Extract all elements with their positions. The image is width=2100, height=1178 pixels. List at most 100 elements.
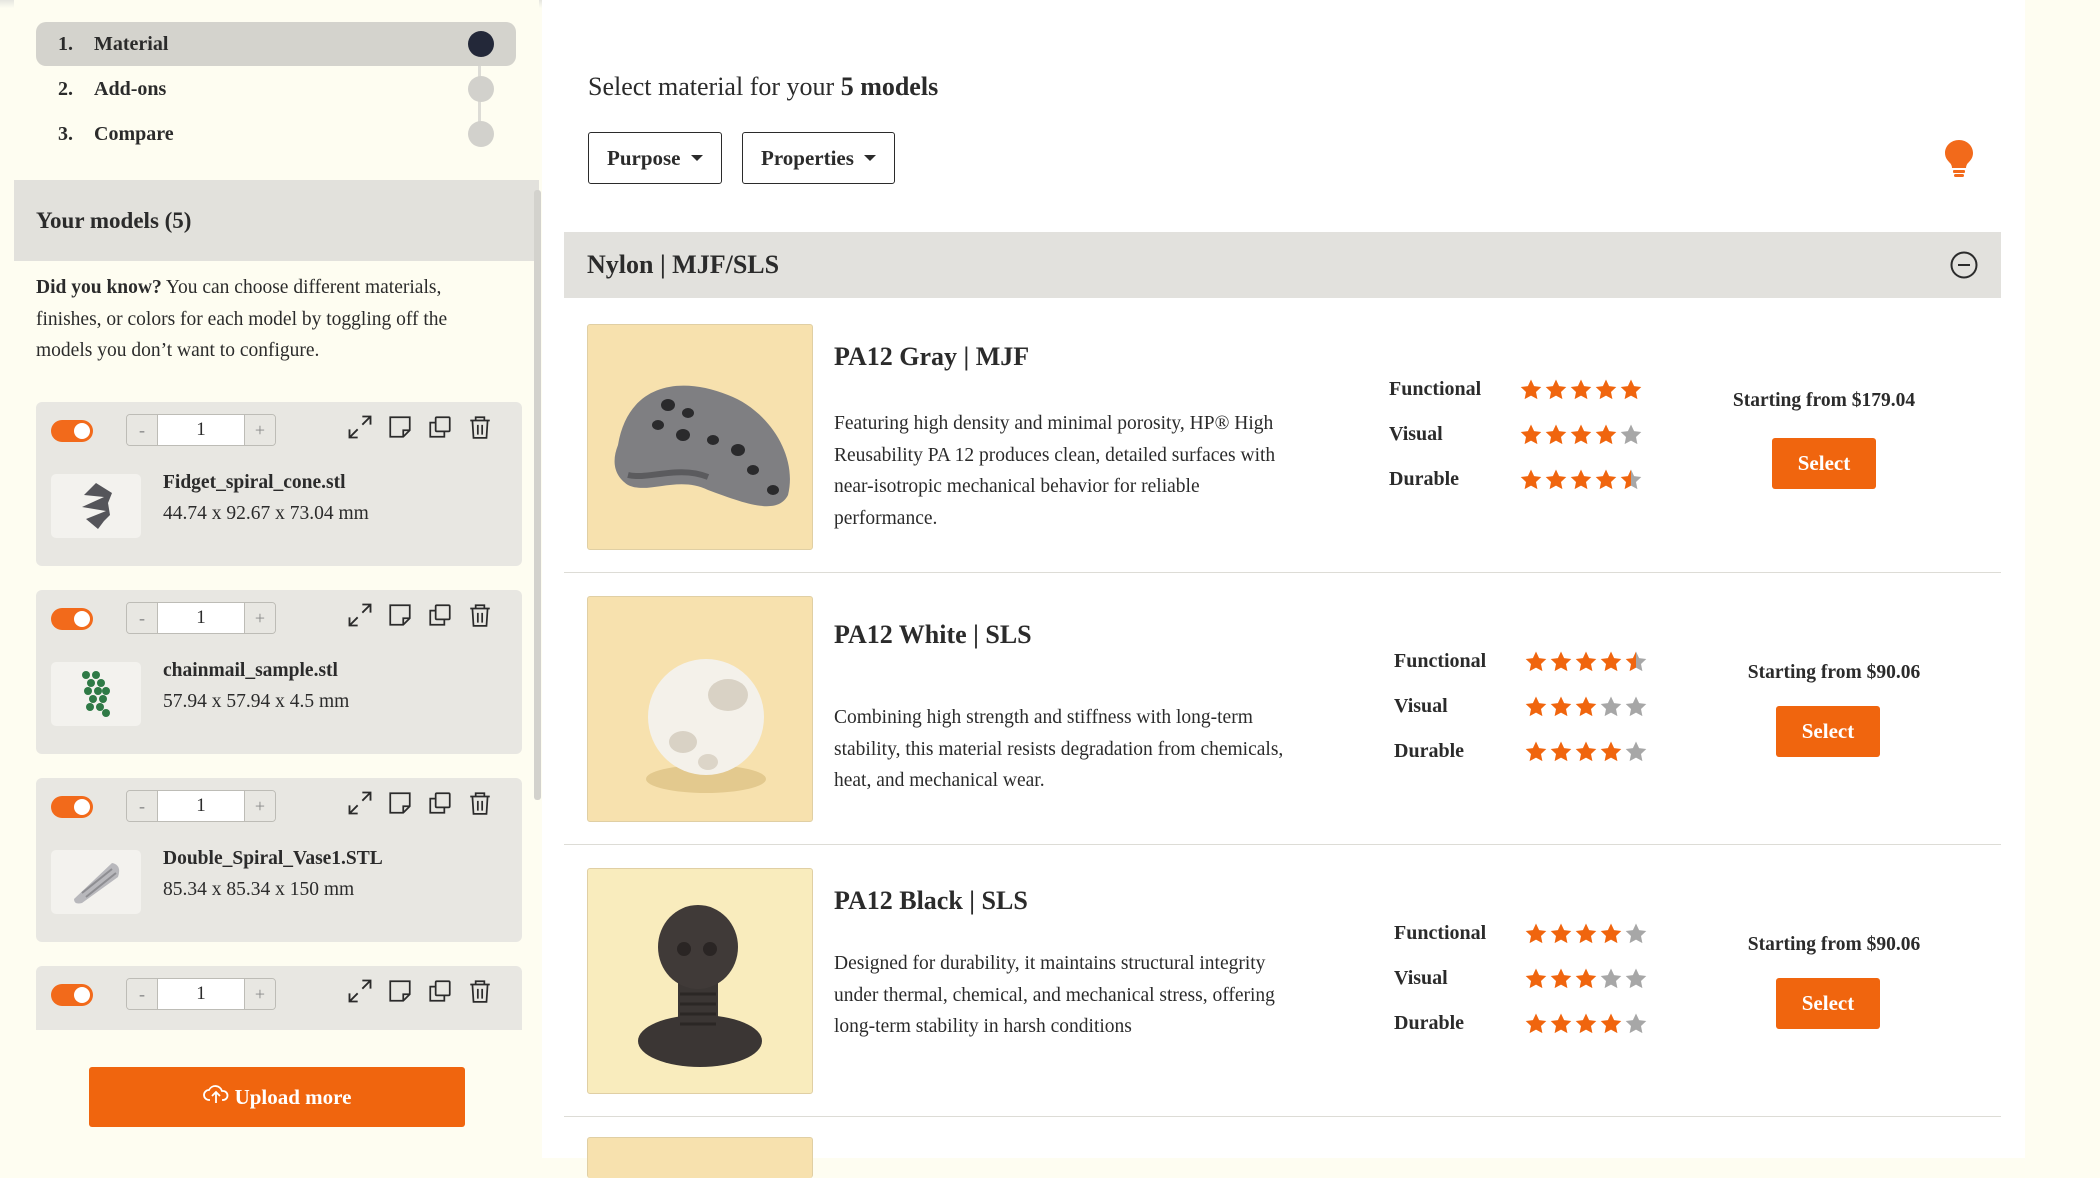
select-button[interactable]: Select [1776,706,1880,757]
star-icon [1595,379,1617,400]
price-text: Starting from $179.04 [1732,390,1916,411]
star-icon [1600,968,1622,989]
upload-cloud-icon [202,1083,229,1111]
material-image [587,324,813,550]
note-icon[interactable] [386,412,414,442]
model-thumbnail [51,474,141,538]
star-icon [1575,696,1597,717]
model-toggle[interactable] [51,608,93,630]
expand-icon[interactable] [346,976,374,1006]
step-compare[interactable]: 3. Compare [36,112,516,156]
upload-more-button[interactable]: Upload more [89,1067,465,1127]
model-card: - 1 + chainmail_sample.stl 57.94 x 57.94… [36,590,522,754]
quantity-stepper: - 1 + [126,602,276,634]
quantity-value[interactable]: 1 [157,603,245,633]
star-icon [1520,379,1542,400]
trash-icon[interactable] [466,412,494,442]
group-title: Nylon | MJF/SLS [587,250,780,279]
purpose-filter-button[interactable]: Purpose [588,132,722,184]
trash-icon[interactable] [466,976,494,1006]
model-toggle[interactable] [51,796,93,818]
increment-button[interactable]: + [245,791,275,821]
material-group-header[interactable]: Nylon | MJF/SLS [564,232,2001,298]
model-dimensions: 57.94 x 57.94 x 4.5 mm [163,691,350,712]
expand-icon[interactable] [346,788,374,818]
star-icon [1575,923,1597,944]
increment-button[interactable]: + [245,979,275,1009]
trash-icon[interactable] [466,788,494,818]
models-list[interactable]: - 1 + Fidget_spiral_cone.stl 44.74 x 92.… [14,390,539,1030]
duplicate-icon[interactable] [426,788,454,818]
star-icon [1570,424,1592,445]
properties-filter-button[interactable]: Properties [742,132,895,184]
rating-stars [1519,378,1643,402]
rating-stars [1524,695,1648,719]
step-number: 3. [58,122,73,145]
star-icon [1575,741,1597,762]
material-title: PA12 Gray | MJF [834,342,1030,371]
material-image [587,868,813,1094]
model-toggle[interactable] [51,420,93,442]
note-icon[interactable] [386,788,414,818]
model-tools [346,412,494,442]
star-icon [1625,923,1647,944]
select-button[interactable]: Select [1772,438,1876,489]
model-thumbnail [51,662,141,726]
material-description: Combining high strength and stiffness wi… [834,707,1284,791]
model-thumbnail [51,850,141,914]
duplicate-icon[interactable] [426,412,454,442]
increment-button[interactable]: + [245,415,275,445]
step-label: Compare [94,122,174,145]
star-icon [1525,696,1547,717]
price-text: Starting from $90.06 [1747,934,1921,955]
sidebar: 1. Material 2. Add-ons 3. Compare Your m… [14,0,541,1158]
trash-icon[interactable] [466,600,494,630]
star-icon [1550,651,1572,672]
material-title: PA12 Black | SLS [834,886,1028,915]
step-material[interactable]: 1. Material [36,22,516,66]
main-panel: Select material for your 5 models Purpos… [542,0,2025,1178]
model-toggle[interactable] [51,984,93,1006]
select-button[interactable]: Select [1776,978,1880,1029]
heading-count: 5 models [840,72,939,101]
model-name: Fidget_spiral_cone.stl [163,472,346,493]
step-indicator [468,31,494,57]
model-name: chainmail_sample.stl [163,660,338,681]
price-text: Starting from $90.06 [1747,662,1921,683]
step-addons[interactable]: 2. Add-ons [36,67,516,111]
duplicate-icon[interactable] [426,600,454,630]
rating-stars [1524,922,1648,946]
star-icon [1525,741,1547,762]
expand-icon[interactable] [346,412,374,442]
star-icon [1550,923,1572,944]
models-header: Your models (5) [14,180,539,261]
note-icon[interactable] [386,976,414,1006]
star-icon [1550,968,1572,989]
sidebar-scrollbar[interactable] [534,190,541,800]
step-indicator [468,121,494,147]
quantity-stepper: - 1 + [126,414,276,446]
star-icon [1545,469,1567,490]
quantity-value[interactable]: 1 [157,415,245,445]
decrement-button[interactable]: - [127,603,157,633]
quantity-value[interactable]: 1 [157,791,245,821]
step-number: 2. [58,77,73,100]
decrement-button[interactable]: - [127,979,157,1009]
star-icon [1600,741,1622,762]
quantity-value[interactable]: 1 [157,979,245,1009]
duplicate-icon[interactable] [426,976,454,1006]
rating-label-functional: Functional [1394,922,1487,944]
material-description: Featuring high density and minimal poros… [834,413,1276,529]
increment-button[interactable]: + [245,603,275,633]
expand-icon[interactable] [346,600,374,630]
star-icon [1600,696,1622,717]
decrement-button[interactable]: - [127,791,157,821]
collapse-minus-icon[interactable] [1949,250,1979,285]
lightbulb-icon[interactable] [1942,138,1976,183]
material-title: PA12 White | SLS [834,620,1032,649]
page-heading: Select material for your 5 models [588,72,938,102]
star-icon [1620,469,1642,490]
note-icon[interactable] [386,600,414,630]
decrement-button[interactable]: - [127,415,157,445]
rating-label-durable: Durable [1389,468,1459,490]
